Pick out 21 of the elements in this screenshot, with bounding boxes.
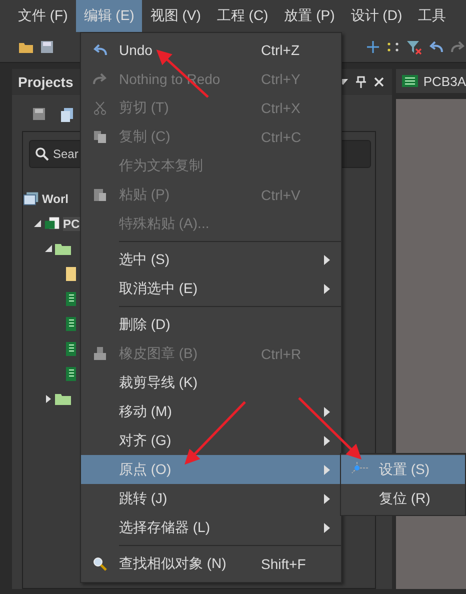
menu-item[interactable]: 选中 (S) (81, 245, 341, 274)
menu-item[interactable]: 跳转 (J) (81, 484, 341, 513)
menu-item[interactable]: 裁剪导线 (K) (81, 368, 341, 397)
tree-item[interactable]: Worl (42, 192, 68, 206)
menu-bar-item[interactable]: 视图 (V) (142, 0, 209, 32)
panel-title: Projects (18, 74, 74, 90)
menu-item[interactable]: 对齐 (G) (81, 426, 341, 455)
menu-item[interactable]: 移动 (M) (81, 397, 341, 426)
tree-item[interactable]: PC (63, 216, 80, 230)
menu-bar-item[interactable]: 工具 (410, 0, 454, 32)
document-tab[interactable]: PCB3A (396, 69, 466, 93)
menu-item[interactable]: 选择存储器 (L) (81, 513, 341, 542)
menu-item[interactable]: 取消选中 (E) (81, 274, 341, 303)
menu-bar-item[interactable]: 文件 (F) (10, 0, 76, 32)
menu-item[interactable]: 删除 (D) (81, 310, 341, 339)
menu-item[interactable]: 查找相似对象 (N) Shift+F (81, 549, 341, 578)
menu-bar-item[interactable]: 放置 (P) (276, 0, 343, 32)
search-placeholder: Sear (53, 147, 78, 161)
menu-item[interactable]: 复位 (R) (341, 484, 465, 513)
menu-bar-item[interactable]: 设计 (D) (342, 0, 410, 32)
menu-bar-item[interactable]: 工程 (C) (208, 0, 276, 32)
